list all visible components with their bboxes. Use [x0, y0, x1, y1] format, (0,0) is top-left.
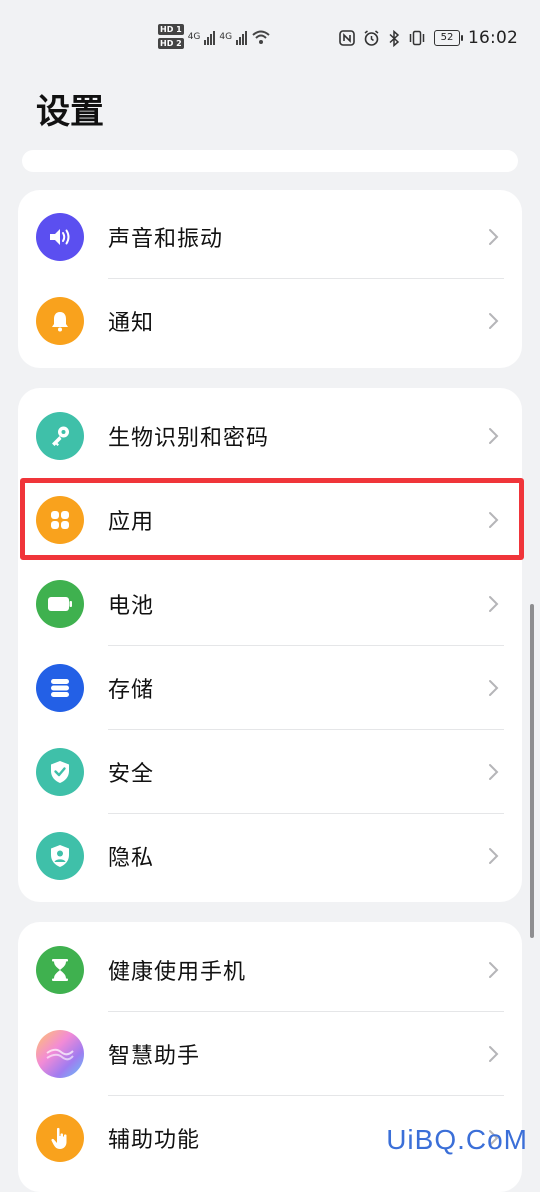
- settings-item-privacy[interactable]: 隐私: [18, 814, 522, 898]
- settings-item-label: 通知: [108, 311, 155, 336]
- status-right: 52 16:02: [339, 28, 518, 48]
- alarm-icon: [364, 29, 379, 46]
- chevron-right-icon: [489, 848, 499, 864]
- signal-bars-icon: [204, 29, 216, 45]
- hd1-badge: HD 1: [158, 24, 184, 35]
- settings-item-label: 隐私: [108, 846, 155, 871]
- chevron-right-icon: [489, 596, 499, 612]
- signal-bars-icon: [236, 29, 248, 45]
- scrollbar[interactable]: [530, 604, 534, 938]
- chevron-right-icon: [489, 1046, 499, 1062]
- settings-item-label: 声音和振动: [108, 227, 224, 252]
- settings-item-digital-balance[interactable]: 健康使用手机: [18, 928, 522, 1012]
- settings-item-label: 安全: [108, 762, 155, 787]
- settings-item-apps[interactable]: 应用: [18, 478, 522, 562]
- settings-group-2: 生物识别和密码 应用 电池 存储 安全 隐私: [18, 388, 522, 902]
- hd2-badge: HD 2: [158, 38, 184, 49]
- bluetooth-icon: [389, 29, 400, 47]
- watermark: UiBQ.CoM: [386, 1124, 528, 1155]
- key-icon: [36, 412, 84, 460]
- settings-group-1: 声音和振动 通知: [18, 190, 522, 368]
- shield-check-icon: [36, 748, 84, 796]
- nfc-icon: [339, 30, 355, 46]
- search-bar-partial[interactable]: [22, 150, 518, 172]
- chevron-right-icon: [489, 229, 499, 245]
- chevron-right-icon: [489, 764, 499, 780]
- assistant-icon: [36, 1030, 84, 1078]
- chevron-right-icon: [489, 512, 499, 528]
- battery-icon: 52: [434, 30, 463, 46]
- network-type-2: 4G: [219, 31, 233, 42]
- hand-pointer-icon: [36, 1114, 84, 1162]
- settings-item-storage[interactable]: 存储: [18, 646, 522, 730]
- settings-item-label: 应用: [108, 510, 155, 535]
- status-bar: HD 1 HD 2 4G 4G 52 16:02: [0, 0, 540, 80]
- privacy-shield-icon: [36, 832, 84, 880]
- wifi-icon: [252, 30, 270, 44]
- settings-item-security[interactable]: 安全: [18, 730, 522, 814]
- network-type-1: 4G: [187, 31, 201, 42]
- settings-item-label: 电池: [108, 594, 155, 619]
- chevron-right-icon: [489, 313, 499, 329]
- bell-icon: [36, 297, 84, 345]
- apps-grid-icon: [36, 496, 84, 544]
- settings-item-label: 存储: [108, 678, 155, 703]
- settings-item-label: 辅助功能: [108, 1128, 201, 1153]
- clock: 16:02: [468, 28, 518, 48]
- settings-item-notifications[interactable]: 通知: [18, 279, 522, 363]
- page-title: 设置: [36, 92, 104, 132]
- speaker-icon: [36, 213, 84, 261]
- storage-icon: [36, 664, 84, 712]
- settings-item-label: 智慧助手: [108, 1044, 201, 1069]
- chevron-right-icon: [489, 680, 499, 696]
- vibrate-icon: [409, 30, 425, 46]
- settings-item-smart-assistant[interactable]: 智慧助手: [18, 1012, 522, 1096]
- settings-item-label: 生物识别和密码: [108, 426, 270, 451]
- settings-item-biometrics[interactable]: 生物识别和密码: [18, 394, 522, 478]
- chevron-right-icon: [489, 962, 499, 978]
- hourglass-icon: [36, 946, 84, 994]
- settings-item-label: 健康使用手机: [108, 960, 247, 985]
- settings-item-sound[interactable]: 声音和振动: [18, 195, 522, 279]
- settings-item-battery[interactable]: 电池: [18, 562, 522, 646]
- signal-cluster: HD 1 HD 2 4G 4G: [158, 24, 271, 49]
- chevron-right-icon: [489, 428, 499, 444]
- battery-icon: [36, 580, 84, 628]
